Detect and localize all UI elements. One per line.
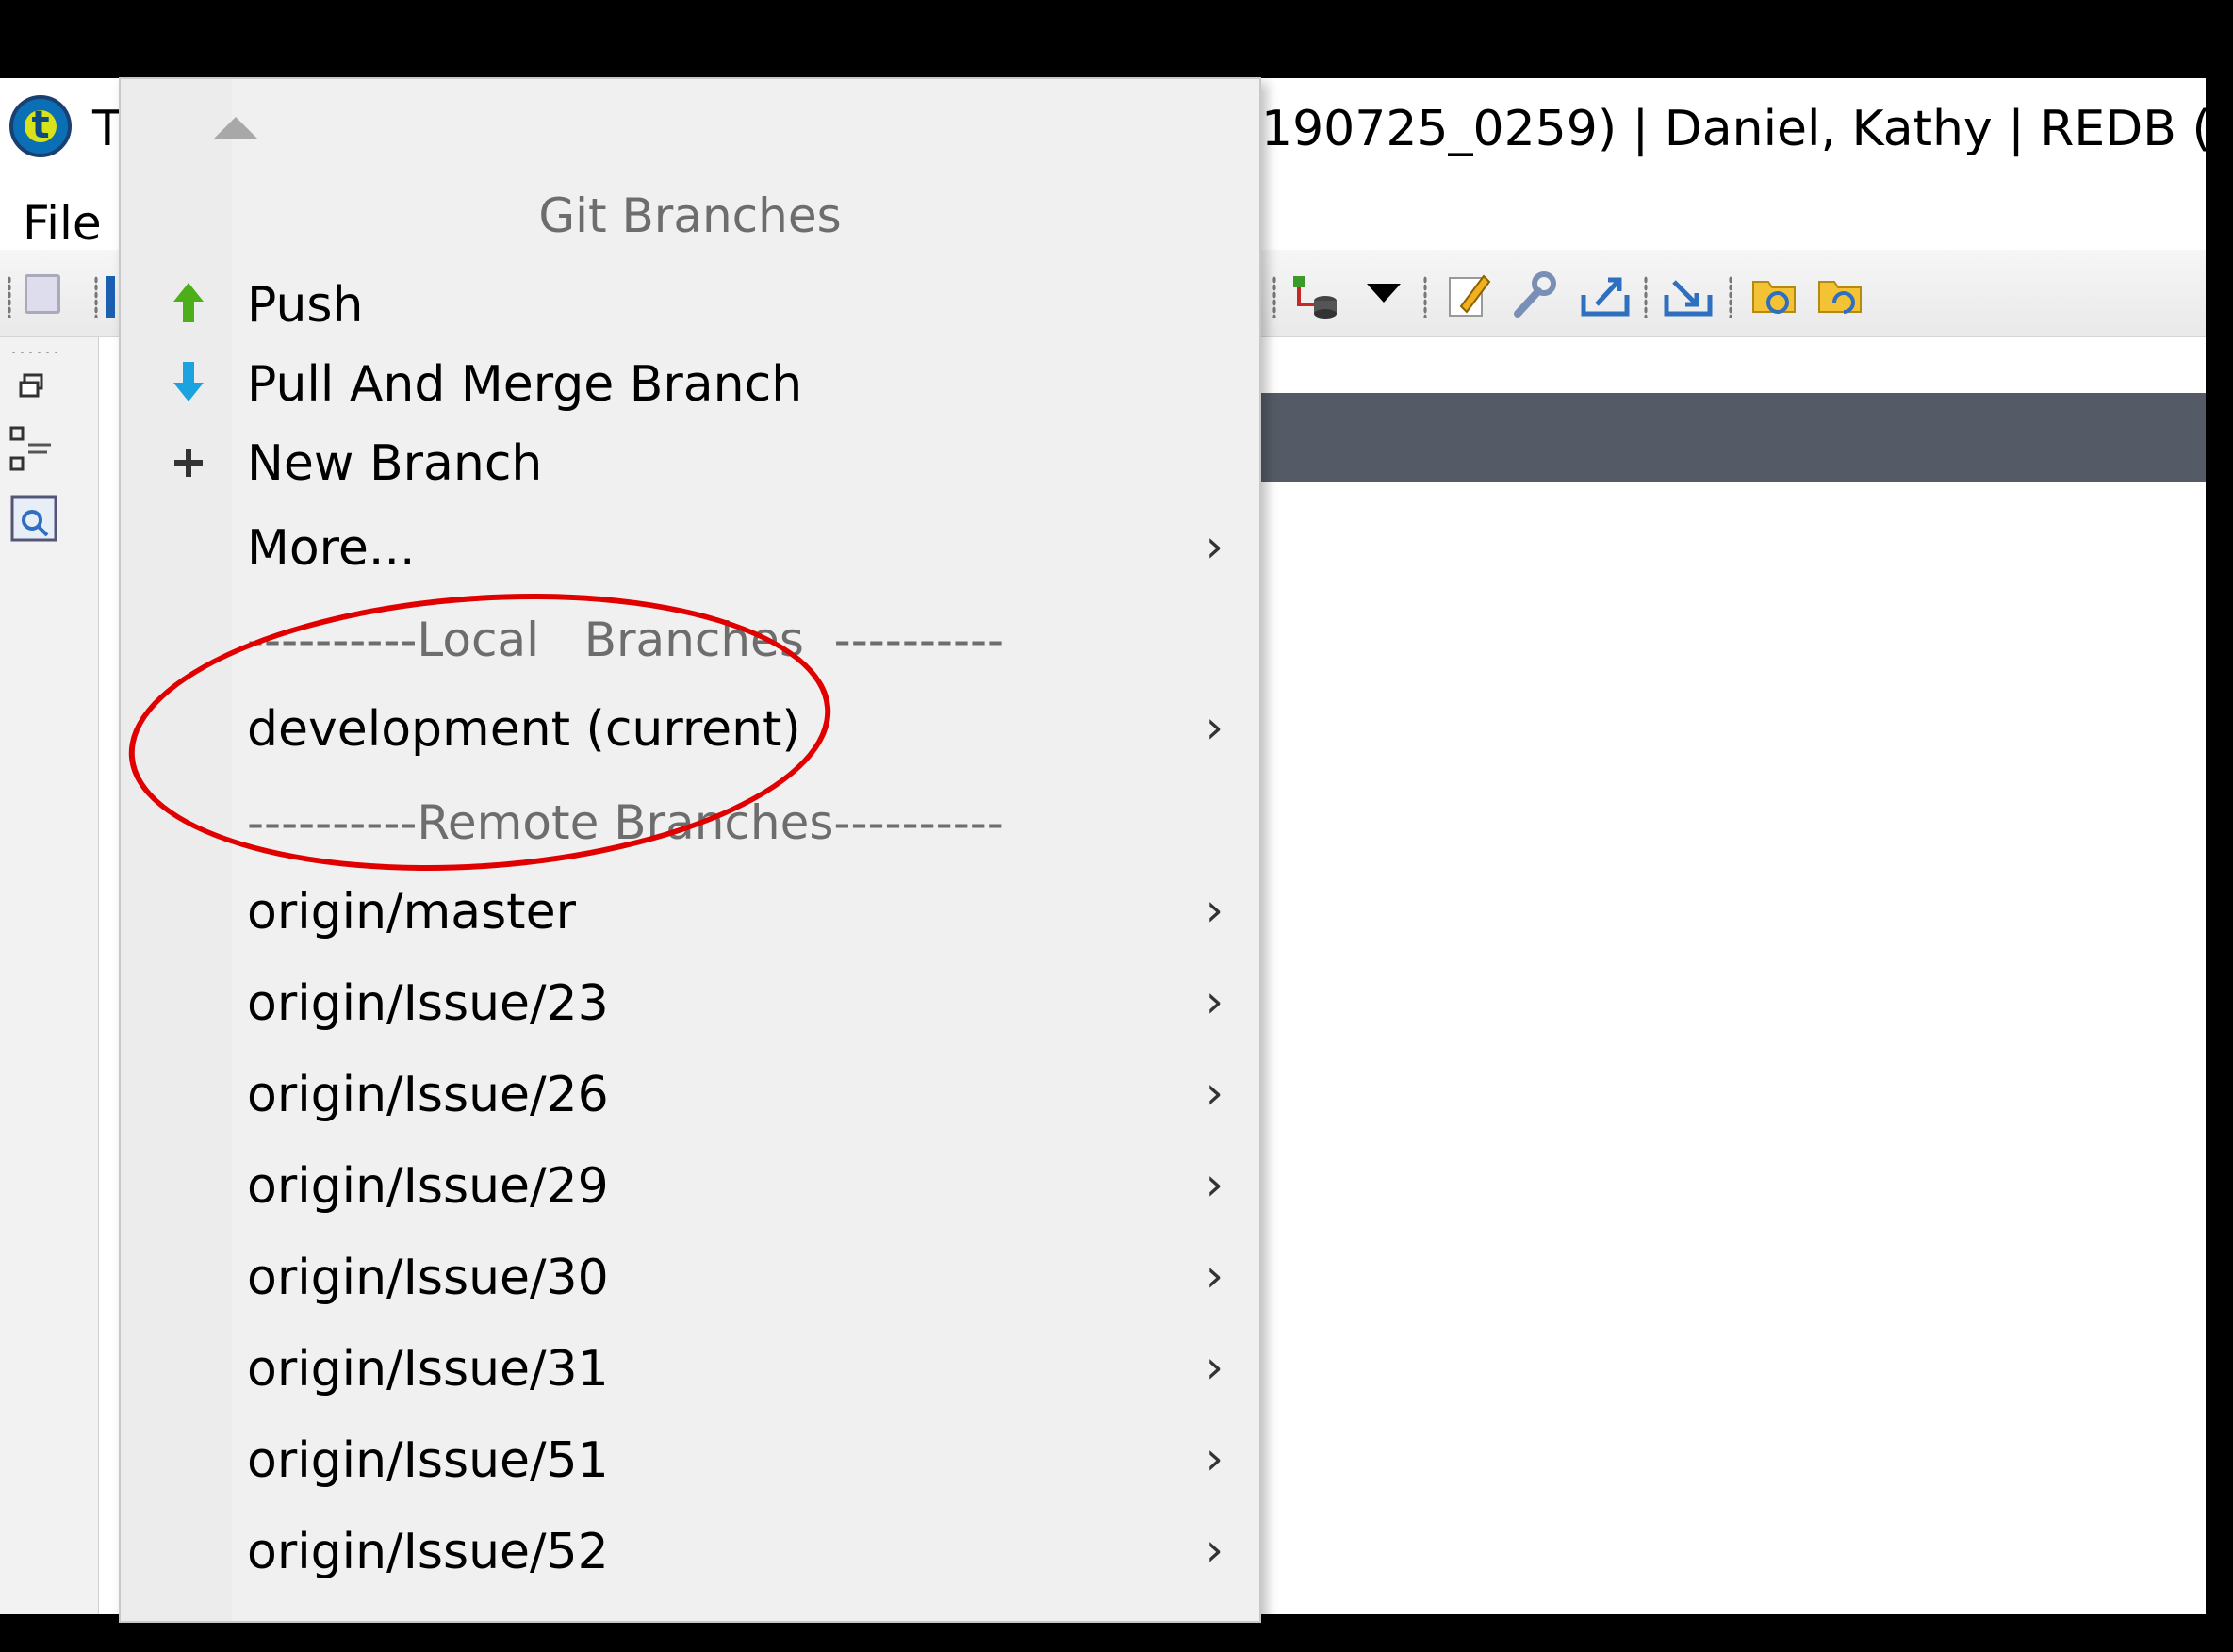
plus-icon: [174, 449, 203, 477]
sidebar-grip[interactable]: [9, 351, 60, 354]
toolbar-grip[interactable]: [8, 276, 11, 318]
menu-item-remote-branch[interactable]: origin/Issue/26 ›: [121, 1063, 1259, 1125]
chevron-right-icon: ›: [1205, 1067, 1223, 1120]
menu-item-remote-branch[interactable]: origin/Issue/30 ›: [121, 1246, 1259, 1308]
menu-item-label: Pull And Merge Branch: [247, 356, 803, 413]
chevron-right-icon: ›: [1205, 1158, 1223, 1211]
menu-item-new-branch[interactable]: New Branch: [121, 432, 1259, 494]
import-icon[interactable]: [1663, 270, 1714, 319]
menu-item-label: origin/Issue/31: [247, 1341, 609, 1398]
chevron-right-icon: ›: [1205, 975, 1223, 1028]
menu-item-push[interactable]: Push: [121, 273, 1259, 335]
chevron-right-icon: ›: [1205, 1524, 1223, 1577]
menu-item-label: More...: [247, 520, 416, 577]
chevron-right-icon: ›: [1205, 1432, 1223, 1485]
wrench-icon[interactable]: [1510, 270, 1557, 319]
menu-item-remote-branch[interactable]: origin/Issue/51 ›: [121, 1429, 1259, 1491]
local-branches-separator: ----------Local Branches ----------: [247, 613, 1005, 667]
dropdown-arrow-icon[interactable]: [1367, 284, 1401, 303]
folder-refresh-icon[interactable]: [1815, 270, 1864, 319]
chevron-right-icon: ›: [1205, 701, 1223, 754]
window-title-initial: T: [92, 101, 123, 157]
menu-item-remote-branch[interactable]: origin/Issue/23 ›: [121, 972, 1259, 1034]
menu-item-label: Push: [247, 277, 364, 334]
outline-view-icon[interactable]: [9, 424, 55, 477]
git-branches-popup: Git Branches Push Pull And Merge Branch …: [119, 77, 1261, 1623]
remote-branches-separator: ----------Remote Branches----------: [247, 795, 1004, 850]
save-icon[interactable]: [25, 274, 60, 314]
chevron-right-icon: ›: [1205, 520, 1223, 573]
toolbar-blue-icon[interactable]: [106, 276, 115, 318]
chevron-right-icon: ›: [1205, 1341, 1223, 1394]
menu-item-label: New Branch: [247, 435, 543, 492]
chevron-right-icon: ›: [1205, 1250, 1223, 1302]
menu-item-pull-merge[interactable]: Pull And Merge Branch: [121, 352, 1259, 415]
menu-file[interactable]: File: [23, 196, 102, 251]
menu-item-remote-branch[interactable]: origin/Issue/29 ›: [121, 1154, 1259, 1217]
menu-item-remote-branch[interactable]: origin/Issue/52 ›: [121, 1520, 1259, 1582]
toolbar-grip[interactable]: [1729, 276, 1732, 318]
restore-window-icon[interactable]: [17, 371, 45, 400]
menu-item-label: development (current): [247, 701, 801, 758]
app-logo-icon: t: [9, 95, 72, 157]
search-view-icon[interactable]: [9, 494, 58, 543]
toolbar-grip[interactable]: [1272, 276, 1276, 318]
menu-item-remote-branch[interactable]: origin/master ›: [121, 880, 1259, 942]
editor-panel-header: [1258, 393, 2206, 482]
menu-item-label: origin/Issue/23: [247, 975, 609, 1032]
chevron-right-icon: ›: [1205, 884, 1223, 937]
folder-sync-icon[interactable]: [1749, 270, 1798, 319]
menu-item-remote-branch[interactable]: origin/Issue/31 ›: [121, 1337, 1259, 1399]
menu-item-label: origin/Issue/52: [247, 1524, 609, 1580]
menu-item-label: origin/Issue/29: [247, 1158, 609, 1215]
menu-item-more[interactable]: More... ›: [121, 516, 1259, 579]
toolbar-grip[interactable]: [94, 276, 98, 318]
menu-item-label: origin/Issue/26: [247, 1067, 609, 1123]
arrow-down-icon: [173, 362, 204, 401]
scroll-up-arrow-icon[interactable]: [213, 117, 258, 139]
menu-item-label: origin/Issue/30: [247, 1250, 609, 1306]
menu-item-label: origin/Issue/51: [247, 1432, 609, 1489]
git-branch-db-icon[interactable]: [1289, 272, 1338, 319]
export-icon[interactable]: [1580, 270, 1631, 319]
toolbar-grip[interactable]: [1644, 276, 1648, 318]
popup-title: Git Branches: [538, 188, 842, 243]
edit-pencil-icon[interactable]: [1446, 270, 1493, 319]
toolbar-grip[interactable]: [1423, 276, 1427, 318]
menu-item-local-branch[interactable]: development (current) ›: [121, 697, 1259, 760]
left-side-bar: [0, 337, 99, 1614]
menu-item-label: origin/master: [247, 884, 576, 940]
window-title: 190725_0259) | Daniel, Kathy | REDB (Co: [1261, 101, 2206, 157]
arrow-up-icon: [173, 283, 204, 322]
